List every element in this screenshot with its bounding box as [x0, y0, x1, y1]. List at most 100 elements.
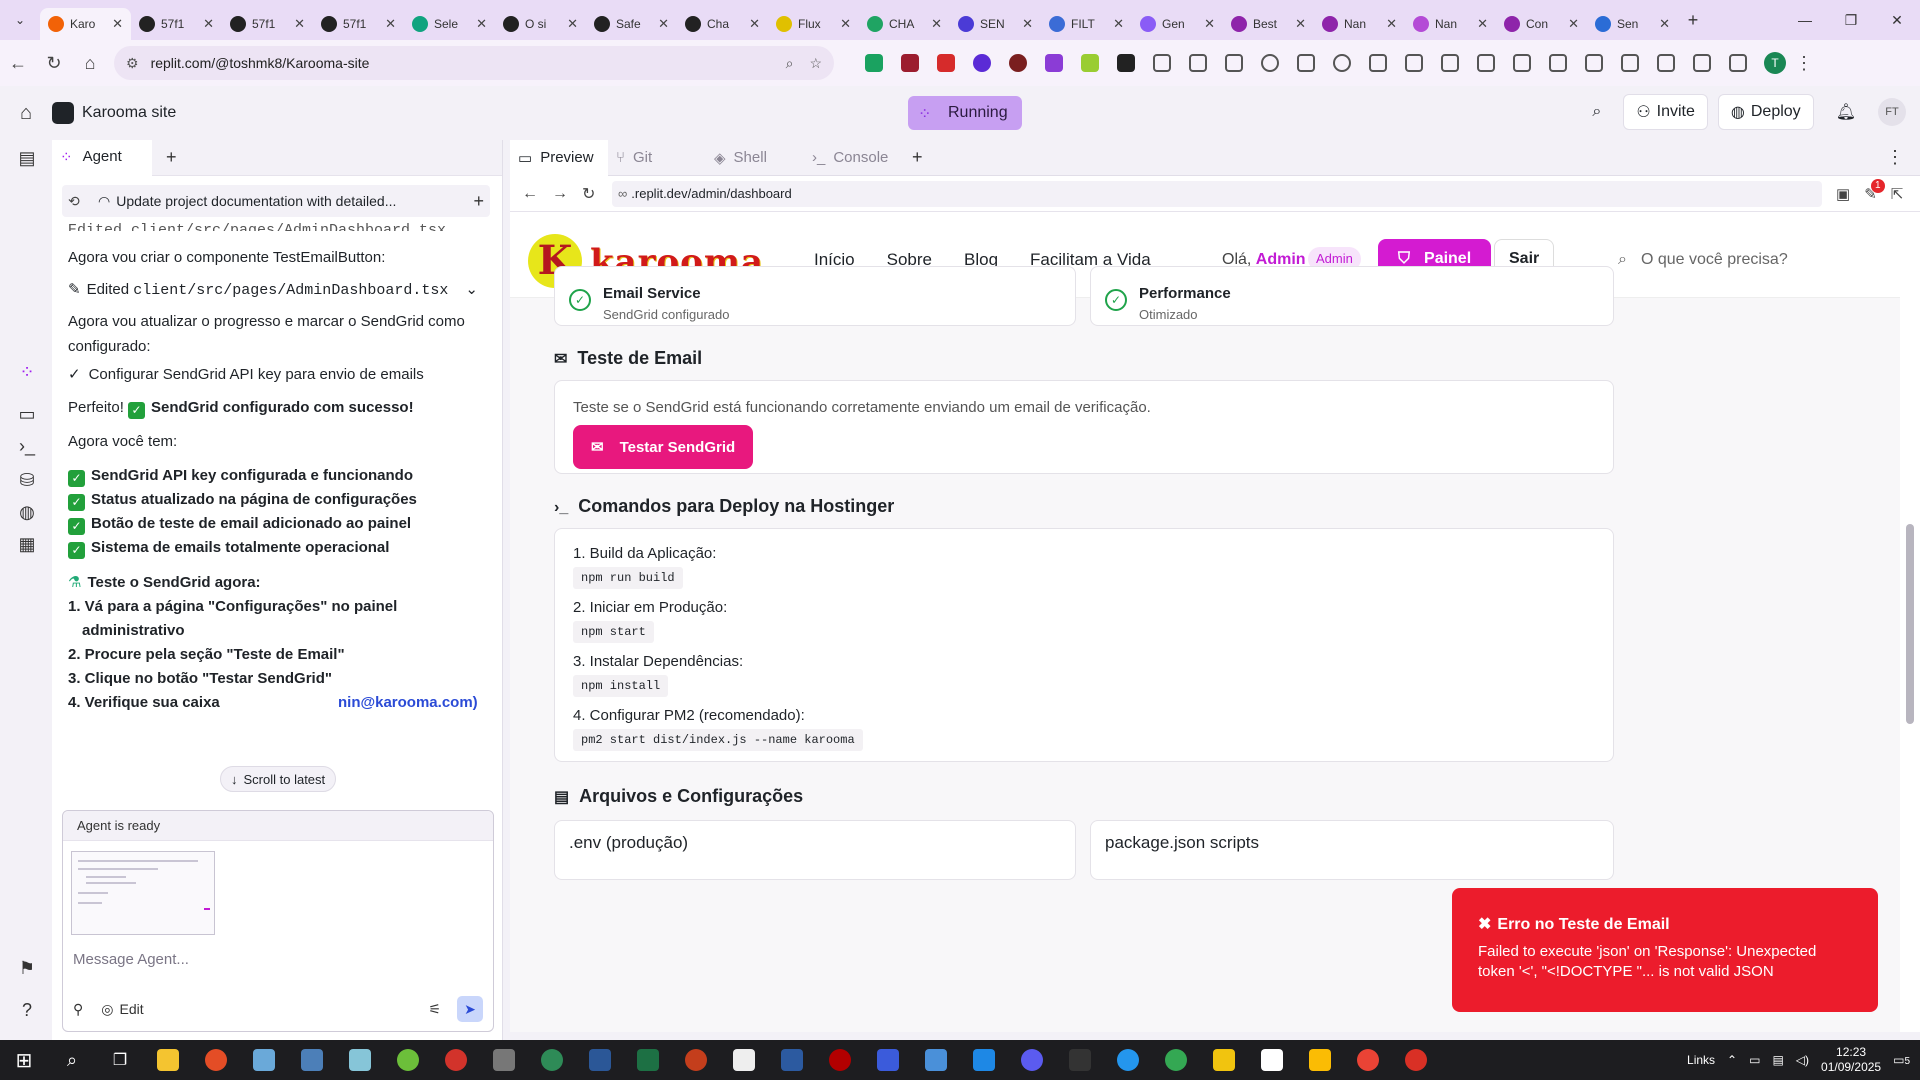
database-tool-icon[interactable]: ⛁: [16, 470, 38, 492]
all-tools-icon[interactable]: ▦: [16, 534, 38, 556]
close-tab-icon[interactable]: ✕: [1659, 16, 1670, 32]
files-toggle-icon[interactable]: ▤: [16, 148, 38, 170]
add-tab-icon[interactable]: +: [912, 147, 923, 168]
browser-tab[interactable]: Karo ✕: [40, 8, 131, 40]
taskbar-app-icon[interactable]: [480, 1049, 528, 1071]
new-chat-icon[interactable]: +: [473, 191, 484, 212]
google-drive-icon[interactable]: [1296, 1049, 1344, 1071]
edited-file-row[interactable]: ✎ Edited client/src/pages/AdminDashboard.…: [68, 277, 488, 303]
invite-button[interactable]: ⚇ Invite: [1623, 94, 1708, 130]
taskbar-app-icon[interactable]: [1104, 1049, 1152, 1071]
search-icon[interactable]: ⌕: [48, 1050, 96, 1071]
add-tab-icon[interactable]: +: [166, 147, 177, 168]
notifications-bell-icon[interactable]: 🔔︎: [1824, 94, 1868, 130]
print-icon[interactable]: [1396, 54, 1432, 72]
taskbar-app-icon[interactable]: [336, 1049, 384, 1071]
zoom-icon[interactable]: ⌕: [786, 55, 794, 72]
link-icon[interactable]: [1576, 54, 1612, 72]
close-tab-icon[interactable]: ✕: [840, 16, 851, 32]
error-toast[interactable]: ✖ Erro no Teste de Email Failed to execut…: [1452, 888, 1878, 1012]
browser-tab[interactable]: Best ✕: [1223, 8, 1314, 40]
home-icon[interactable]: ⌂: [72, 53, 108, 74]
close-tab-icon[interactable]: ✕: [1113, 16, 1124, 32]
browser-tab[interactable]: Nan ✕: [1314, 8, 1405, 40]
powerpoint-icon[interactable]: [672, 1049, 720, 1071]
test-sendgrid-button[interactable]: ✉ Testar SendGrid: [573, 425, 754, 469]
browser-tab[interactable]: Sele ✕: [404, 8, 495, 40]
close-tab-icon[interactable]: ✕: [749, 16, 760, 32]
send-icon[interactable]: ➤: [457, 996, 483, 1022]
browser-tab[interactable]: Con ✕: [1496, 8, 1587, 40]
tab-preview[interactable]: ▭ Preview: [510, 139, 608, 176]
extension-icon[interactable]: [964, 54, 1000, 72]
windows-start-icon[interactable]: ⊞: [0, 1048, 48, 1073]
preview-scrollbar[interactable]: [1900, 212, 1920, 1032]
restore-icon[interactable]: ❐: [1828, 12, 1874, 29]
taskbar-app-icon[interactable]: [240, 1049, 288, 1071]
extension-icon[interactable]: [1108, 54, 1144, 72]
history-icon[interactable]: ⟲: [68, 193, 98, 210]
powershell-icon[interactable]: [768, 1049, 816, 1071]
deploy-tool-icon[interactable]: ◍: [16, 502, 38, 524]
taskbar-app-icon[interactable]: [960, 1049, 1008, 1071]
code-icon[interactable]: [1684, 54, 1720, 72]
scrollbar-thumb[interactable]: [1906, 524, 1914, 724]
notifications-icon[interactable]: ▭5: [1893, 1053, 1910, 1067]
taskbar-app-icon[interactable]: [384, 1049, 432, 1071]
scroll-to-latest-button[interactable]: ↓ Scroll to latest: [220, 766, 337, 792]
close-tab-icon[interactable]: ✕: [1386, 16, 1397, 32]
qr-code-icon[interactable]: [1504, 54, 1540, 72]
volume-icon[interactable]: ◁): [1796, 1053, 1809, 1067]
notepad-icon[interactable]: [720, 1049, 768, 1071]
taskbar-app-icon[interactable]: [912, 1049, 960, 1071]
browser-tab[interactable]: Flux ✕: [768, 8, 859, 40]
chrome-icon[interactable]: [1152, 1049, 1200, 1071]
extension-icon[interactable]: [1072, 54, 1108, 72]
tab-search-icon[interactable]: ⌄: [0, 0, 40, 40]
network-icon[interactable]: ▤: [1772, 1053, 1783, 1067]
site-info-icon[interactable]: ⚙: [126, 55, 139, 72]
address-bar[interactable]: ⚙ replit.com/@toshmk8/Karooma-site ⌕ ☆: [114, 46, 834, 80]
browser-tab[interactable]: Gen ✕: [1132, 8, 1223, 40]
user-avatar[interactable]: FT: [1878, 98, 1906, 126]
preview-reload-icon[interactable]: ↻: [582, 184, 612, 204]
browser-tab[interactable]: Cha ✕: [677, 8, 768, 40]
file-explorer-icon[interactable]: [144, 1049, 192, 1071]
tab-git[interactable]: ⑂ Git: [608, 140, 706, 176]
email-link[interactable]: nin@karooma.com): [338, 690, 478, 715]
browser-tab[interactable]: CHA ✕: [859, 8, 950, 40]
shell-tool-icon[interactable]: ›_: [16, 436, 38, 458]
browser-tab[interactable]: 57f1 ✕: [131, 8, 222, 40]
links-toolbar[interactable]: Links: [1687, 1053, 1715, 1067]
excel-icon[interactable]: [624, 1049, 672, 1071]
terminal-icon[interactable]: [1056, 1049, 1104, 1071]
download-icon[interactable]: [1360, 54, 1396, 72]
history-icon[interactable]: [1324, 54, 1360, 72]
reader-mode-icon[interactable]: [1540, 54, 1576, 72]
close-tab-icon[interactable]: ✕: [1477, 16, 1488, 32]
close-tab-icon[interactable]: ✕: [294, 16, 305, 32]
browser-tab[interactable]: Nan ✕: [1405, 8, 1496, 40]
browser-tab[interactable]: Sen ✕: [1587, 8, 1678, 40]
taskbar-app-icon[interactable]: [864, 1049, 912, 1071]
preview-url-input[interactable]: ∞ .replit.dev/admin/dashboard: [612, 180, 1822, 207]
chrome-icon[interactable]: [1392, 1049, 1440, 1071]
new-tab-button[interactable]: +: [1678, 10, 1708, 31]
reload-icon[interactable]: ↻: [36, 53, 72, 74]
taskbar-app-icon[interactable]: [192, 1049, 240, 1071]
help-tool-icon[interactable]: ⚑: [16, 958, 38, 980]
taskbar-app-icon[interactable]: [528, 1049, 576, 1071]
browser-tab[interactable]: 57f1 ✕: [313, 8, 404, 40]
search-icon[interactable]: ⌕: [1580, 94, 1613, 130]
preview-back-icon[interactable]: ←: [522, 185, 552, 203]
tab-agent[interactable]: ⁘ Agent: [52, 139, 152, 176]
extension-icon[interactable]: [1000, 54, 1036, 72]
more-options-icon[interactable]: ⋮: [1886, 147, 1904, 168]
deploy-button[interactable]: ◍ Deploy: [1717, 94, 1814, 130]
back-icon[interactable]: ←: [0, 53, 36, 74]
profile-avatar[interactable]: T: [1764, 52, 1786, 74]
edit-mode-button[interactable]: ◎ Edit: [101, 1001, 143, 1018]
settings-sliders-icon[interactable]: ⚟: [428, 1001, 441, 1018]
close-tab-icon[interactable]: ✕: [203, 16, 214, 32]
word-icon[interactable]: [576, 1049, 624, 1071]
